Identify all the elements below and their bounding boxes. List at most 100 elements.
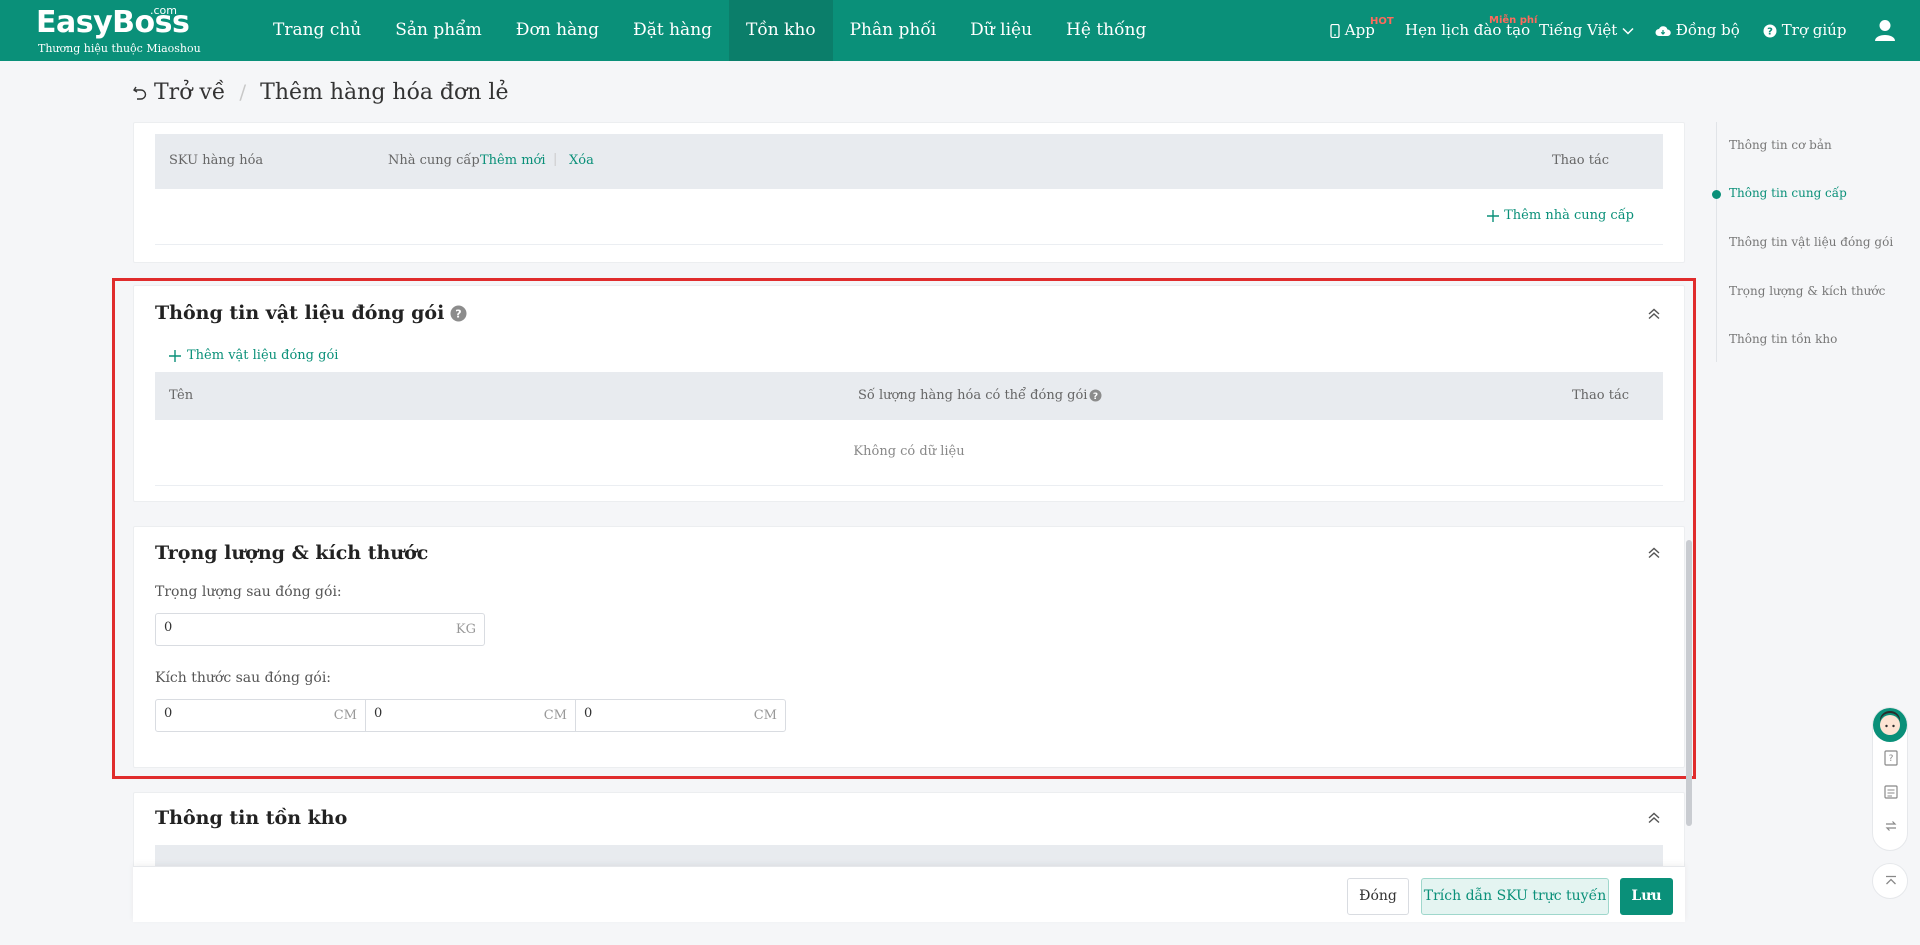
undo-arrow-icon bbox=[133, 86, 147, 100]
column-supplier: Nhà cung cấp bbox=[388, 153, 480, 168]
breadcrumb: Trở về / Thêm hàng hóa đơn lẻ bbox=[132, 77, 508, 107]
nav-item-data[interactable]: Dữ liệu bbox=[953, 0, 1049, 61]
height-field[interactable]: CM bbox=[575, 699, 786, 732]
weight-input[interactable] bbox=[164, 620, 394, 635]
help-label: Trợ giúp bbox=[1781, 21, 1847, 39]
anchor-basic-info[interactable]: Thông tin cơ bản bbox=[1729, 138, 1832, 152]
weight-section-title: Trọng lượng & kích thước bbox=[155, 542, 429, 564]
app-link[interactable]: App HOT bbox=[1330, 0, 1394, 61]
back-link[interactable]: Trở về bbox=[132, 80, 225, 105]
free-badge: Miễn phí bbox=[1489, 15, 1538, 26]
support-agent-avatar[interactable] bbox=[1873, 708, 1907, 742]
column-divider: | bbox=[553, 152, 558, 167]
language-selector[interactable]: Tiếng Việt bbox=[1539, 0, 1634, 61]
page-scrollbar-thumb[interactable] bbox=[1686, 540, 1692, 826]
brand-tagline: Thương hiệu thuộc Miaoshou bbox=[38, 42, 201, 55]
mobile-phone-icon bbox=[1330, 24, 1340, 38]
packaging-table-header: Tên Số lượng hàng hóa có thể đóng gói ? … bbox=[155, 372, 1663, 420]
column-quantity-label: Số lượng hàng hóa có thể đóng gói bbox=[858, 388, 1088, 403]
length-input[interactable] bbox=[164, 706, 311, 721]
arrow-to-top-icon bbox=[1886, 875, 1896, 885]
back-to-top-button[interactable] bbox=[1872, 863, 1908, 899]
column-sku: SKU hàng hóa bbox=[169, 153, 264, 168]
packaging-section-title: Thông tin vật liệu đóng gói ? bbox=[155, 302, 467, 324]
delete-supplier-link[interactable]: Xóa bbox=[569, 153, 594, 168]
svg-text:?: ? bbox=[1767, 27, 1773, 38]
length-unit: CM bbox=[333, 708, 357, 723]
weight-field-label: Trọng lượng sau đóng gói: bbox=[155, 584, 342, 600]
collapse-up-icon[interactable] bbox=[1646, 810, 1662, 826]
nav-item-orders[interactable]: Đơn hàng bbox=[499, 0, 616, 61]
add-supplier-label: Thêm nhà cung cấp bbox=[1504, 208, 1634, 223]
brand-suffix: .com bbox=[150, 4, 177, 17]
sync-label: Đồng bộ bbox=[1675, 21, 1740, 39]
add-packaging-material-button[interactable]: Thêm vật liệu đóng gói bbox=[169, 348, 338, 363]
back-label: Trở về bbox=[154, 79, 226, 105]
width-input[interactable] bbox=[374, 706, 521, 721]
supplier-table-header: SKU hàng hóa Nhà cung cấp Thêm mới | Xóa… bbox=[155, 134, 1663, 189]
column-actions: Thao tác bbox=[1572, 388, 1630, 403]
svg-text:?: ? bbox=[456, 307, 462, 320]
anchor-stock-info[interactable]: Thông tin tồn kho bbox=[1729, 332, 1837, 346]
main-nav: Trang chủ Sản phẩm Đơn hàng Đặt hàng Tồn… bbox=[256, 0, 1163, 61]
supplier-section: SKU hàng hóa Nhà cung cấp Thêm mới | Xóa… bbox=[133, 122, 1685, 263]
nav-item-system[interactable]: Hệ thống bbox=[1049, 0, 1163, 61]
weight-dimension-section: Trọng lượng & kích thước Trọng lượng sau… bbox=[133, 526, 1685, 768]
anchor-supplier-info[interactable]: Thông tin cung cấp bbox=[1729, 186, 1847, 200]
brand-logo[interactable]: EasyBoss .com Thương hiệu thuộc Miaoshou bbox=[36, 4, 206, 58]
help-document-icon[interactable]: ? bbox=[1883, 750, 1899, 766]
plus-icon bbox=[1487, 209, 1500, 222]
row-divider bbox=[155, 244, 1663, 245]
width-unit: CM bbox=[543, 708, 567, 723]
active-anchor-dot bbox=[1712, 190, 1721, 199]
width-field[interactable]: CM bbox=[365, 699, 576, 732]
close-button[interactable]: Đóng bbox=[1347, 878, 1409, 915]
collapse-up-icon[interactable] bbox=[1646, 306, 1662, 322]
help-circle-icon[interactable]: ? bbox=[1089, 389, 1102, 402]
row-divider bbox=[155, 485, 1663, 486]
top-navigation-bar: EasyBoss .com Thương hiệu thuộc Miaoshou… bbox=[0, 0, 1920, 61]
cloud-sync-icon bbox=[1655, 26, 1671, 36]
column-name: Tên bbox=[169, 388, 194, 403]
weight-unit: KG bbox=[455, 622, 476, 637]
svg-text:?: ? bbox=[1093, 392, 1098, 402]
save-button[interactable]: Lưu bbox=[1620, 878, 1673, 915]
section-anchor-nav: Thông tin cơ bản Thông tin cung cấp Thôn… bbox=[1712, 122, 1916, 362]
stock-section-title: Thông tin tồn kho bbox=[155, 807, 348, 829]
import-online-sku-button[interactable]: Trích dẫn SKU trực tuyến bbox=[1421, 878, 1609, 915]
nav-item-inventory[interactable]: Tồn kho bbox=[729, 0, 833, 61]
nav-item-products[interactable]: Sản phẩm bbox=[378, 0, 499, 61]
svg-text:?: ? bbox=[1889, 754, 1894, 764]
packaging-title-text: Thông tin vật liệu đóng gói bbox=[155, 302, 445, 324]
help-circle-icon[interactable]: ? bbox=[450, 305, 467, 322]
column-actions: Thao tác bbox=[1552, 153, 1610, 168]
user-avatar-icon[interactable] bbox=[1874, 19, 1896, 42]
chevron-down-icon bbox=[1622, 27, 1634, 35]
weight-field[interactable]: KG bbox=[155, 613, 485, 646]
sync-button[interactable]: Đồng bộ bbox=[1655, 0, 1740, 61]
stock-section: Thông tin tồn kho bbox=[133, 792, 1685, 872]
agent-face-icon bbox=[1874, 709, 1906, 741]
collapse-up-icon[interactable] bbox=[1646, 545, 1662, 561]
notes-icon[interactable] bbox=[1883, 784, 1899, 800]
nav-item-home[interactable]: Trang chủ bbox=[256, 0, 378, 61]
nav-item-distribution[interactable]: Phân phối bbox=[833, 0, 954, 61]
add-new-supplier-link[interactable]: Thêm mới bbox=[480, 153, 546, 168]
hot-badge: HOT bbox=[1370, 16, 1394, 27]
height-input[interactable] bbox=[584, 706, 731, 721]
anchor-packaging-info[interactable]: Thông tin vật liệu đóng gói bbox=[1729, 235, 1893, 249]
height-unit: CM bbox=[753, 708, 777, 723]
packaging-section: Thông tin vật liệu đóng gói ? Thêm vật l… bbox=[133, 285, 1685, 502]
bottom-action-bar: Đóng Trích dẫn SKU trực tuyến Lưu bbox=[133, 866, 1685, 922]
column-quantity: Số lượng hàng hóa có thể đóng gói ? bbox=[858, 388, 1102, 403]
page-title: Thêm hàng hóa đơn lẻ bbox=[260, 79, 509, 105]
language-label: Tiếng Việt bbox=[1539, 21, 1618, 39]
nav-item-purchase[interactable]: Đặt hàng bbox=[616, 0, 729, 61]
plus-icon bbox=[169, 349, 181, 362]
training-link[interactable]: Hẹn lịch đào tạo Miễn phí bbox=[1405, 0, 1537, 61]
add-supplier-button[interactable]: Thêm nhà cung cấp bbox=[1487, 208, 1634, 223]
length-field[interactable]: CM bbox=[155, 699, 366, 732]
anchor-weight-size[interactable]: Trọng lượng & kích thước bbox=[1729, 284, 1885, 298]
help-button[interactable]: ? Trợ giúp bbox=[1763, 0, 1846, 61]
exchange-icon[interactable] bbox=[1883, 818, 1899, 834]
